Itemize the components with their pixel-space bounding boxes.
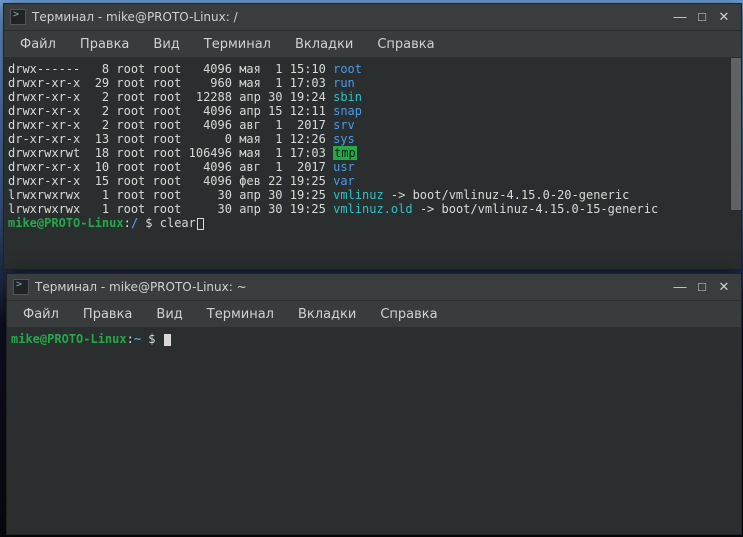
ls-row: drwxr-xr-x 10 root root 4096 авг 1 2017 … bbox=[8, 160, 737, 174]
terminal-output[interactable]: mike@PROTO-Linux:~ $ bbox=[7, 328, 741, 534]
scrollbar[interactable] bbox=[731, 58, 741, 269]
menu-edit[interactable]: Правка bbox=[68, 34, 141, 55]
ls-row: drwxr-xr-x 2 root root 4096 апр 15 12:11… bbox=[8, 104, 737, 118]
ls-row: drwxr-xr-x 2 root root 4096 авг 1 2017 s… bbox=[8, 118, 737, 132]
minimize-button[interactable]: — bbox=[669, 6, 691, 28]
menu-file[interactable]: Файл bbox=[11, 304, 71, 325]
close-button[interactable]: ✕ bbox=[713, 276, 735, 298]
window-title: Терминал - mike@PROTO-Linux: ~ bbox=[35, 280, 247, 294]
menubar: Файл Правка Вид Терминал Вкладки Справка bbox=[4, 31, 741, 58]
minimize-button[interactable]: — bbox=[669, 276, 691, 298]
terminal-icon bbox=[13, 279, 29, 295]
ls-row: drwx------ 8 root root 4096 мая 1 15:10 … bbox=[8, 62, 737, 76]
menu-tabs[interactable]: Вкладки bbox=[286, 304, 368, 325]
titlebar[interactable]: Терминал - mike@PROTO-Linux: ~ — □ ✕ bbox=[7, 274, 741, 301]
ls-row: lrwxrwxrwx 1 root root 30 апр 30 19:25 v… bbox=[8, 188, 737, 202]
window-title: Терминал - mike@PROTO-Linux: / bbox=[32, 10, 238, 24]
menu-view[interactable]: Вид bbox=[144, 304, 194, 325]
ls-row: drwxrwxrwt 18 root root 106496 мая 1 17:… bbox=[8, 146, 737, 160]
maximize-button[interactable]: □ bbox=[691, 6, 713, 28]
ls-row: drwxr-xr-x 29 root root 960 мая 1 17:03 … bbox=[8, 76, 737, 90]
prompt-line[interactable]: mike@PROTO-Linux:/ $ clear bbox=[8, 216, 737, 230]
menu-tabs[interactable]: Вкладки bbox=[283, 34, 365, 55]
ls-row: dr-xr-xr-x 13 root root 0 мая 1 12:26 sy… bbox=[8, 132, 737, 146]
ls-row: drwxr-xr-x 2 root root 12288 апр 30 19:2… bbox=[8, 90, 737, 104]
maximize-button[interactable]: □ bbox=[691, 276, 713, 298]
terminal-window-home[interactable]: Терминал - mike@PROTO-Linux: ~ — □ ✕ Фай… bbox=[6, 273, 742, 535]
menu-help[interactable]: Справка bbox=[365, 34, 446, 55]
menu-view[interactable]: Вид bbox=[141, 34, 191, 55]
terminal-output[interactable]: drwx------ 8 root root 4096 мая 1 15:10 … bbox=[4, 58, 741, 269]
close-button[interactable]: ✕ bbox=[713, 6, 735, 28]
menubar: Файл Правка Вид Терминал Вкладки Справка bbox=[7, 301, 741, 328]
ls-row: lrwxrwxrwx 1 root root 30 апр 30 19:25 v… bbox=[8, 202, 737, 216]
scrollbar-thumb[interactable] bbox=[731, 58, 741, 210]
prompt-line[interactable]: mike@PROTO-Linux:~ $ bbox=[11, 332, 737, 346]
ls-row: drwxr-xr-x 15 root root 4096 фев 22 19:2… bbox=[8, 174, 737, 188]
terminal-window-root[interactable]: Терминал - mike@PROTO-Linux: / — □ ✕ Фай… bbox=[3, 3, 742, 270]
terminal-icon bbox=[10, 9, 26, 25]
menu-terminal[interactable]: Терминал bbox=[192, 34, 283, 55]
titlebar[interactable]: Терминал - mike@PROTO-Linux: / — □ ✕ bbox=[4, 4, 741, 31]
menu-file[interactable]: Файл bbox=[8, 34, 68, 55]
menu-edit[interactable]: Правка bbox=[71, 304, 144, 325]
menu-help[interactable]: Справка bbox=[368, 304, 449, 325]
menu-terminal[interactable]: Терминал bbox=[195, 304, 286, 325]
